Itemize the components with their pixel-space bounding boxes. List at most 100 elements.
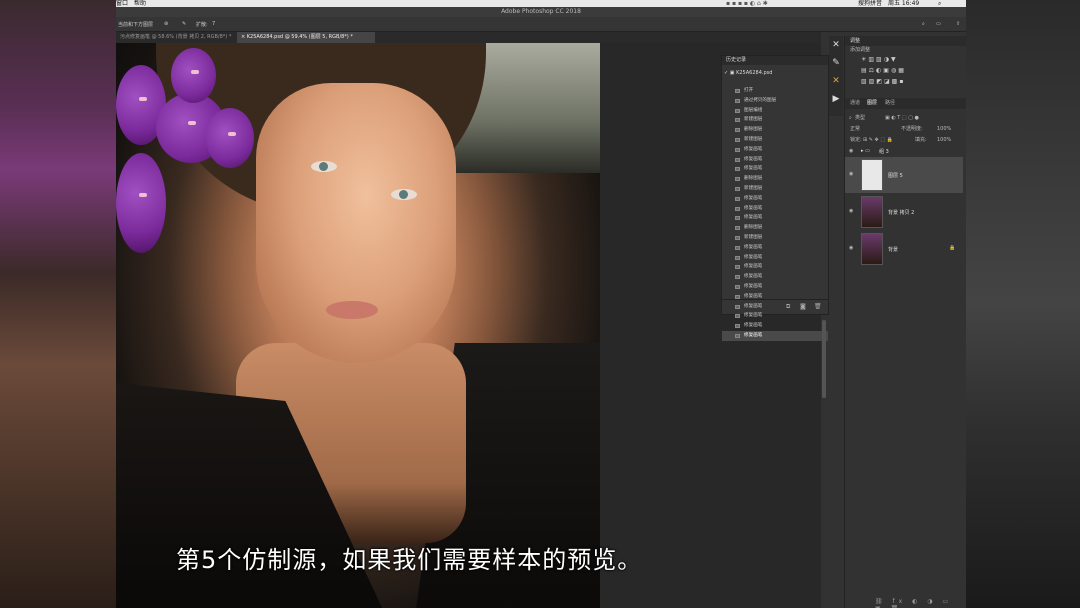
history-item[interactable]: 修复画笔 [722, 194, 828, 204]
fill-value[interactable]: 100% [937, 135, 951, 145]
history-item[interactable]: 新建图层 [722, 115, 828, 125]
history-item[interactable]: 修复画笔 [722, 145, 828, 155]
history-item[interactable]: 修复画笔 [722, 155, 828, 165]
layer-name: 背景 拷贝 2 [888, 210, 915, 216]
history-panel-title: 历史记录 [722, 56, 828, 65]
sample-select[interactable]: 当前和下方图层 [118, 21, 153, 28]
layers-panel-tabs: 通道 图层 路径 [845, 98, 966, 109]
panel-dock-icons: ✕ ✎ ✕ ▶ [829, 36, 843, 116]
menu-window[interactable]: 窗口 [116, 0, 128, 7]
document-tabs: 污点修复画笔 @ 58.6% (背景 拷贝 2, RGB/8*) * × K25… [116, 32, 821, 43]
lock-icons[interactable]: ⊞ ✎ ✥ ⬚ 🔒 [863, 135, 893, 145]
share-icon[interactable]: ⇪ [956, 21, 960, 27]
history-item[interactable]: 打开 [722, 86, 828, 96]
layer-thumbnail [861, 159, 883, 191]
close-icon[interactable]: ✕ [829, 36, 843, 54]
history-item[interactable]: 修复画笔 [722, 321, 828, 331]
history-snapshot[interactable]: ✓ ▣ K25A6284.psd [724, 70, 772, 76]
trash-icon[interactable]: 🗑 [814, 303, 822, 310]
adjustments-subtitle: 添加调整 [850, 47, 871, 53]
opacity-label: 不透明度: [901, 126, 923, 132]
history-item[interactable]: 新建图层 [722, 184, 828, 194]
tab-document-2[interactable]: × K25A6284.psd @ 59.4% (图层 5, RGB/8*) * [237, 32, 375, 43]
tab-paths[interactable]: 路径 [885, 98, 895, 109]
menubar-clock: 周五 16:49 [888, 0, 920, 7]
history-item[interactable]: 通过拷贝的图层 [722, 96, 828, 106]
visibility-eye-icon[interactable]: ◉ [849, 148, 853, 154]
history-item[interactable]: 修复画笔 [722, 272, 828, 282]
photo-eye-left [311, 161, 337, 172]
history-item[interactable]: 删除图层 [722, 223, 828, 233]
blurred-backdrop-left [0, 0, 116, 608]
history-item[interactable]: 新建图层 [722, 135, 828, 145]
history-item[interactable]: 删除图层 [722, 174, 828, 184]
blend-mode-select[interactable]: 正常 [850, 124, 860, 134]
history-item[interactable]: 修复画笔 [722, 164, 828, 174]
tab-channels[interactable]: 通道 [850, 98, 860, 109]
filter-icons[interactable]: ▣ ◐ T ⬚ ▢ ● [885, 113, 919, 123]
layer-thumbnail [861, 233, 883, 265]
tab-label: K25A6284.psd @ 59.4% (图层 5, RGB/8*) * [246, 34, 353, 40]
layer-row[interactable]: ◉ 图层 5 [845, 157, 963, 193]
canvas-scrollbar[interactable] [822, 320, 826, 398]
adjustment-icons[interactable]: ☀▥▨◑▼ ▤⚖◐▣◍▦ ▧▨◩◪▩▪ [845, 54, 966, 87]
menu-help[interactable]: 帮助 [134, 0, 146, 7]
tab-layers[interactable]: 图层 [867, 98, 877, 109]
history-item[interactable]: 修复画笔 [722, 204, 828, 214]
history-item[interactable]: 修复画笔 [722, 213, 828, 223]
photoshop-window: 窗口 帮助 ▪ ▪ ▪ ▪ ◐ ⌂ ✱ 搜狗拼音 周五 16:49 ⌕ Adob… [116, 0, 966, 608]
lock-row: 锁定: ⊞ ✎ ✥ ⬚ 🔒 填充: 100% [845, 135, 966, 145]
layer-group[interactable]: ◉ ▸ ▭ 组 3 [845, 146, 963, 156]
history-item[interactable]: 删除图层 [722, 125, 828, 135]
visibility-eye-icon[interactable]: ◉ [849, 245, 853, 251]
camera-icon[interactable]: ◙ [800, 303, 806, 310]
orchid-flower [206, 108, 254, 168]
spread-value[interactable]: 7 [212, 21, 215, 27]
tab-label: 污点修复画笔 @ 58.6% (背景 拷贝 2, RGB/8*) * [120, 34, 232, 40]
layer-name: 背景 [888, 247, 899, 253]
orchid-flower [171, 48, 216, 103]
brush-settings-icon[interactable]: ✎ [182, 21, 186, 27]
visibility-eye-icon[interactable]: ◉ [849, 171, 853, 177]
layer-name: 组 3 [879, 149, 889, 155]
new-document-from-state-icon[interactable]: ⧉ [786, 303, 790, 311]
photo-face [256, 83, 456, 363]
layer-kind-select[interactable]: 类型 [855, 113, 865, 123]
layers-footer-icons[interactable]: ⛓ fx ◐ ◑ ▭ ▣ 🗑 [875, 598, 966, 608]
blend-row: 正常 不透明度: 100% [845, 124, 966, 134]
tab-document-1[interactable]: 污点修复画笔 @ 58.6% (背景 拷贝 2, RGB/8*) * [116, 32, 239, 43]
play-icon[interactable]: ▶ [829, 90, 843, 108]
right-panels: 调整 添加调整 ☀▥▨◑▼ ▤⚖◐▣◍▦ ▧▨◩◪▩▪ 通道 图层 路径 ⌕ 类型 … [844, 36, 966, 608]
options-bar: 当前和下方图层 ⊛ ✎ 扩散: 7 ⌕ ▭ ⇪ [116, 17, 966, 32]
history-footer: ⧉ ◙ 🗑 [722, 299, 828, 314]
app-title: Adobe Photoshop CC 2018 [501, 8, 581, 15]
sample-options-icon[interactable]: ⊛ [164, 21, 168, 27]
history-item[interactable]: 修复画笔 [722, 282, 828, 292]
tools-icon[interactable]: ✕ [829, 72, 843, 90]
folder-icon: ▸ ▭ [861, 148, 870, 154]
history-item[interactable]: 修复画笔 [722, 253, 828, 263]
app-titlebar: Adobe Photoshop CC 2018 [116, 7, 966, 17]
blurred-backdrop-right [966, 0, 1080, 608]
document-canvas-photo[interactable] [116, 43, 600, 608]
search-icon[interactable]: ⌕ [938, 0, 941, 7]
layer-row[interactable]: ◉ 背景 拷贝 2 [845, 194, 963, 230]
history-brush-icon[interactable]: ✎ [829, 54, 843, 72]
history-item[interactable]: 修复画笔 [722, 243, 828, 253]
input-method[interactable]: 搜狗拼音 [858, 0, 882, 7]
menubar-status-icons: ▪ ▪ ▪ ▪ ◐ ⌂ ✱ [726, 0, 768, 7]
video-subtitle: 第5个仿制源，如果我们需要样本的预览。 [176, 546, 643, 574]
filter-search-icon[interactable]: ⌕ [849, 113, 852, 123]
history-item[interactable]: 新建图层 [722, 233, 828, 243]
history-item[interactable]: 图层编组 [722, 106, 828, 116]
layer-row[interactable]: ◉ 背景 🔒 [845, 231, 963, 267]
layer-filter-row: ⌕ 类型 ▣ ◐ T ⬚ ▢ ● [845, 113, 966, 123]
history-item-selected[interactable]: 修复画笔 [722, 330, 828, 341]
opacity-value[interactable]: 100% [937, 124, 951, 134]
history-item[interactable]: 修复画笔 [722, 262, 828, 272]
visibility-eye-icon[interactable]: ◉ [849, 208, 853, 214]
workspace-search-icon[interactable]: ⌕ [922, 21, 925, 27]
mac-menubar: 窗口 帮助 ▪ ▪ ▪ ▪ ◐ ⌂ ✱ 搜狗拼音 周五 16:49 ⌕ [116, 0, 966, 7]
workspace-icon[interactable]: ▭ [936, 21, 941, 27]
spread-label: 扩散: [196, 22, 208, 28]
